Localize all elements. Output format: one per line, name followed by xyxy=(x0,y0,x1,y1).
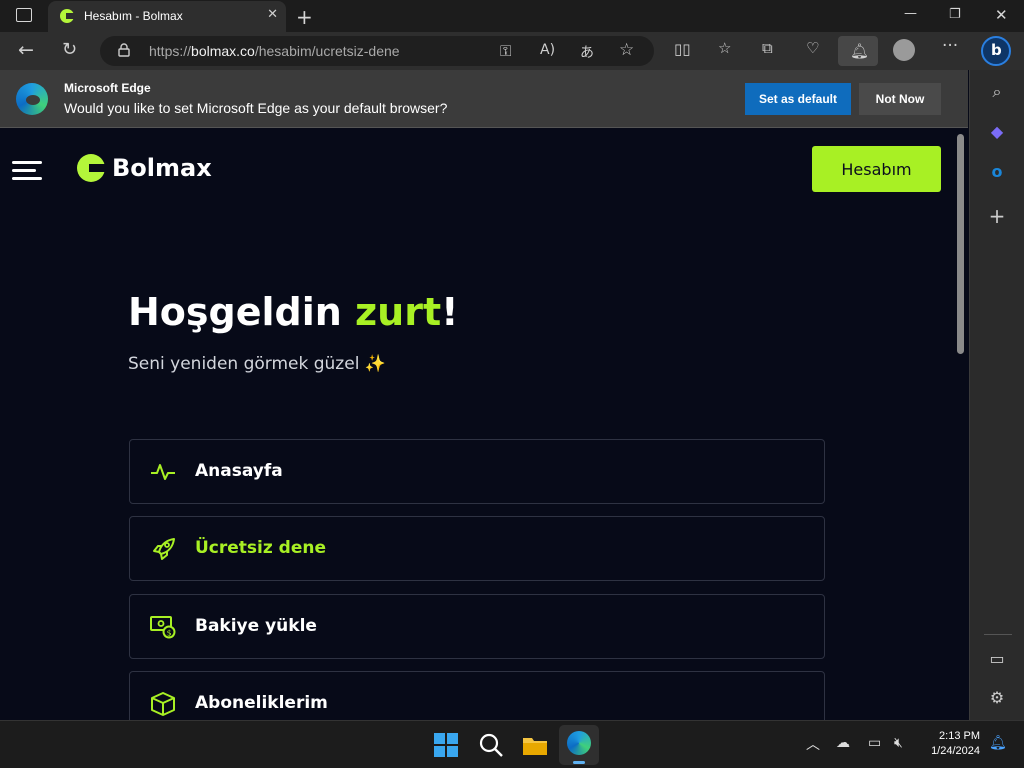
hide-sidebar-icon[interactable]: ▭ xyxy=(988,649,1006,668)
system-clock[interactable]: 2:13 PM 1/24/2024 xyxy=(918,729,980,759)
money-icon: $ xyxy=(150,616,176,639)
box-icon xyxy=(151,692,175,716)
copilot-button[interactable]: b xyxy=(981,36,1011,66)
browser-tab-bar: Hesabım - Bolmax ✕ + — ❐ ✕ xyxy=(0,0,1024,32)
menu-item-anasayfa[interactable]: Anasayfa xyxy=(129,439,825,504)
bell-icon: 🔔︎ xyxy=(850,42,870,60)
edge-icon xyxy=(567,731,591,755)
web-page: Bolmax Hesabım Hoşgeldin zurt! Seni yeni… xyxy=(0,128,968,720)
tab-actions-icon[interactable] xyxy=(16,8,32,22)
taskbar-edge-button[interactable] xyxy=(559,725,599,765)
url-field[interactable]: https://bolmax.co/hesabim/ucretsiz-dene … xyxy=(100,36,654,66)
file-explorer-icon[interactable] xyxy=(521,731,549,759)
bolmax-logo-icon[interactable] xyxy=(77,154,107,182)
show-hidden-icons-icon[interactable]: ︿ xyxy=(806,734,820,754)
site-favicon-icon xyxy=(60,9,74,23)
tab-close-icon[interactable]: ✕ xyxy=(267,7,278,22)
edge-logo-icon xyxy=(16,83,48,115)
address-toolbar: ← ↻ https://bolmax.co/hesabim/ucretsiz-d… xyxy=(0,32,1024,70)
page-subtitle: Seni yeniden görmek güzel ✨ xyxy=(128,354,386,374)
menu-item-label: Ücretsiz dene xyxy=(195,538,327,558)
account-button[interactable]: Hesabım xyxy=(812,146,941,192)
activity-icon xyxy=(151,464,175,480)
onedrive-icon[interactable]: ☁ xyxy=(836,735,850,751)
collections-icon[interactable]: ⧉ xyxy=(762,39,773,57)
add-app-icon[interactable]: + xyxy=(988,204,1006,228)
tab-title: Hesabım - Bolmax xyxy=(84,9,183,23)
sidebar-divider xyxy=(984,634,1012,635)
browser-tab[interactable]: Hesabım - Bolmax ✕ xyxy=(48,1,286,32)
set-as-default-button[interactable]: Set as default xyxy=(745,83,851,115)
url-text: https://bolmax.co/hesabim/ucretsiz-dene xyxy=(149,43,400,59)
favorites-icon[interactable]: ☆ xyxy=(718,39,731,57)
default-browser-banner: Microsoft Edge Would you like to set Mic… xyxy=(0,70,968,128)
menu-item-label: Aboneliklerim xyxy=(195,693,328,713)
rocket-icon xyxy=(153,538,175,560)
refresh-icon[interactable]: ↻ xyxy=(62,39,77,60)
clock-time: 2:13 PM xyxy=(939,730,980,742)
menu-item-ucretsiz-dene[interactable]: Ücretsiz dene xyxy=(129,516,825,581)
edge-sidebar: ⌕ ◆ o + ▭ ⚙ xyxy=(969,70,1024,720)
taskbar-search-icon[interactable] xyxy=(477,731,505,759)
favorite-star-icon[interactable]: ☆ xyxy=(619,40,634,60)
settings-gear-icon[interactable]: ⚙ xyxy=(988,688,1006,707)
user-name: zurt xyxy=(355,290,442,334)
windows-taskbar: ︿ ☁ ▭ 🔇︎ 2:13 PM 1/24/2024 🔔︎ xyxy=(0,720,1024,768)
menu-item-label: Bakiye yükle xyxy=(195,616,317,636)
notification-bell-icon[interactable]: 🔔︎ xyxy=(989,735,1007,751)
not-now-button[interactable]: Not Now xyxy=(859,83,941,115)
page-title: Hoşgeldin zurt! xyxy=(128,290,459,334)
banner-message: Would you like to set Microsoft Edge as … xyxy=(64,100,448,116)
copilot-icon[interactable]: ◆ xyxy=(988,122,1006,141)
read-aloud-icon[interactable]: A) xyxy=(540,42,555,58)
bing-icon: b xyxy=(991,41,1002,59)
more-options-icon[interactable]: ··· xyxy=(942,36,958,56)
restore-icon[interactable]: ❐ xyxy=(949,7,961,22)
brand-name[interactable]: Bolmax xyxy=(112,154,212,182)
search-icon[interactable]: ⌕ xyxy=(988,82,1006,101)
profile-avatar[interactable] xyxy=(893,39,915,61)
notifications-button[interactable]: 🔔︎ xyxy=(838,36,878,66)
active-indicator xyxy=(573,761,585,764)
health-icon[interactable]: ♡ xyxy=(806,39,819,57)
page-scrollbar[interactable] xyxy=(957,134,964,354)
clock-date: 1/24/2024 xyxy=(931,745,980,757)
back-icon[interactable]: ← xyxy=(18,39,34,61)
menu-item-label: Anasayfa xyxy=(195,461,283,481)
windows-start-icon[interactable] xyxy=(432,731,460,759)
menu-item-bakiye-yukle[interactable]: $ Bakiye yükle xyxy=(129,594,825,659)
key-icon[interactable]: ⚿ xyxy=(500,42,511,60)
volume-muted-icon[interactable]: 🔇︎ xyxy=(894,735,903,751)
window-close-icon[interactable]: ✕ xyxy=(995,6,1008,24)
menu-item-aboneliklerim[interactable]: Aboneliklerim xyxy=(129,671,825,720)
translate-icon[interactable]: あ xyxy=(580,42,594,62)
minimize-icon[interactable]: — xyxy=(904,6,917,21)
new-tab-icon[interactable]: + xyxy=(296,5,313,29)
banner-title: Microsoft Edge xyxy=(64,81,151,95)
split-screen-icon[interactable]: ▯▯ xyxy=(674,40,691,58)
svg-text:$: $ xyxy=(167,629,172,638)
lock-icon[interactable] xyxy=(118,43,130,57)
outlook-icon[interactable]: o xyxy=(988,162,1006,181)
network-icon[interactable]: ▭ xyxy=(868,735,881,751)
